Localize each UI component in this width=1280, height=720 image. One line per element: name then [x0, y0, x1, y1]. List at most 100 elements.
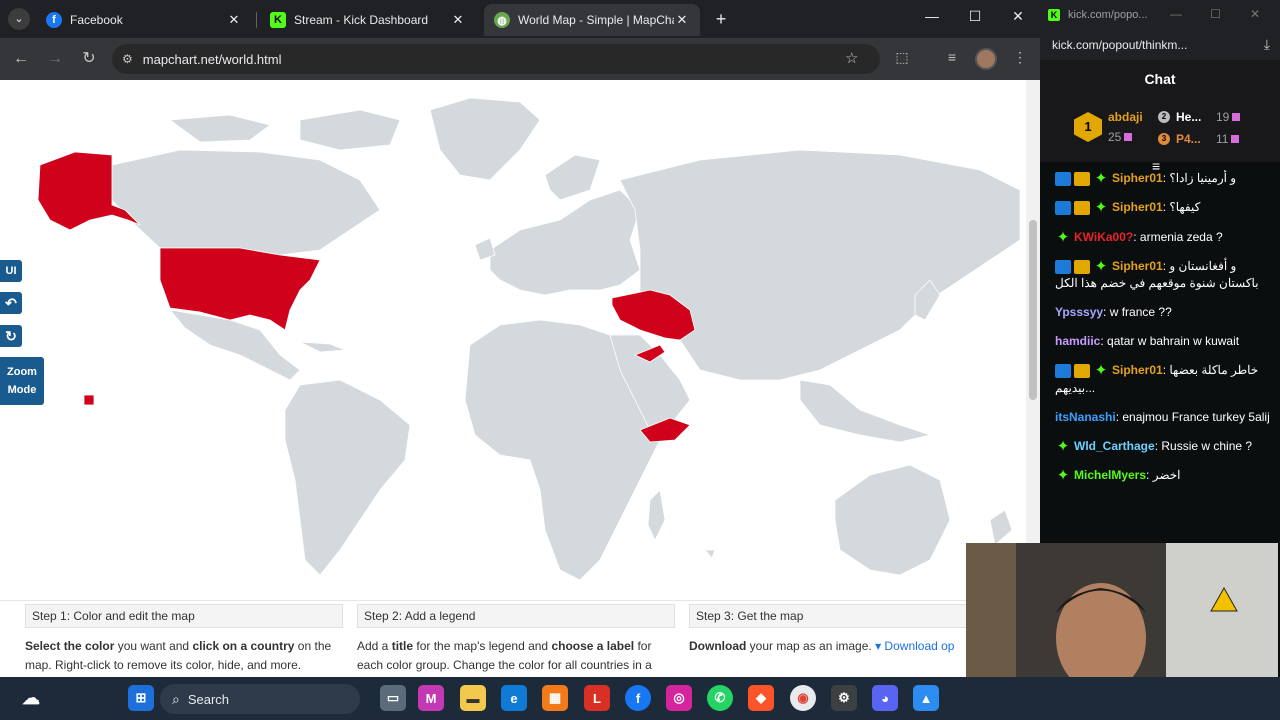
maximize-icon[interactable]: ☐: [1210, 7, 1221, 21]
photos-icon[interactable]: ▲: [913, 685, 939, 711]
minimize-icon[interactable]: —: [917, 8, 947, 24]
badges: ✦: [1055, 200, 1112, 217]
new-tab-icon[interactable]: +: [710, 8, 732, 30]
download-options-link[interactable]: ▾ Download op: [875, 639, 954, 653]
chat-message: itsNanashi: enajmou France turkey 5alij: [1055, 409, 1270, 426]
leaderboard-second-name[interactable]: He...: [1176, 110, 1201, 124]
step-1-header[interactable]: Step 1: Color and edit the map: [25, 604, 343, 628]
scroll-thumb[interactable]: [1029, 220, 1037, 400]
sub-badge-icon: ✦: [1094, 258, 1108, 276]
chrome-icon[interactable]: ◉: [790, 685, 816, 711]
badges: ✦: [1055, 467, 1074, 484]
step-2-header[interactable]: Step 2: Add a legend: [357, 604, 675, 628]
tab-title: Stream - Kick Dashboard: [294, 13, 429, 27]
maximize-icon[interactable]: ☐: [960, 8, 990, 25]
chat-text: : qatar w bahrain w kuwait: [1100, 334, 1240, 349]
close-tab-icon[interactable]: ✕: [226, 12, 242, 28]
tab-kick-dashboard[interactable]: K Stream - Kick Dashboard ✕: [260, 4, 476, 36]
chat-username[interactable]: Sipher01: [1112, 363, 1163, 377]
sub-badge-icon: ✦: [1056, 437, 1070, 455]
crown-badge-icon: [1074, 260, 1090, 275]
sub-badge-icon: ✦: [1094, 362, 1108, 380]
close-window-icon[interactable]: ✕: [1250, 7, 1260, 21]
start-icon[interactable]: ⊞: [128, 685, 154, 711]
site-info-icon[interactable]: ⚙: [122, 52, 133, 66]
leaderboard-first-value: 25: [1108, 130, 1133, 144]
instagram-icon[interactable]: ◎: [666, 685, 692, 711]
close-tab-icon[interactable]: ✕: [674, 12, 690, 28]
step-2: Step 2: Add a legend Add a title for the…: [357, 601, 677, 677]
weather-icon[interactable]: ☁: [18, 685, 44, 711]
chat-username[interactable]: KWiKa00?: [1074, 230, 1133, 244]
download-icon[interactable]: ⤓: [1264, 36, 1270, 53]
sub-icon: [1232, 113, 1241, 121]
close-tab-icon[interactable]: ✕: [450, 12, 466, 28]
tab-mapchart[interactable]: ◍ World Map - Simple | MapChart ✕: [484, 4, 700, 36]
tab-search-chevron-icon[interactable]: ⌄: [8, 8, 30, 30]
reload-icon[interactable]: ↻: [78, 48, 100, 70]
kick-icon: K: [270, 12, 286, 28]
og-badge-icon: [1055, 172, 1071, 187]
leaderboard-third-name[interactable]: P4...: [1176, 132, 1201, 146]
minimize-icon[interactable]: —: [1170, 7, 1182, 21]
windows-taskbar: ☁ ⊞ ⌕ Search ▭ M ▬ e ▦ L f ◎ ✆ ◆ ◉ ⚙ ◕ ▲: [0, 677, 1280, 720]
arctic-islands: [299, 109, 401, 151]
chat-url: kick.com/popout/thinkm...: [1052, 38, 1188, 52]
tab-strip: ⌄ f Facebook ✕ K Stream - Kick Dashboard…: [0, 0, 1040, 38]
tab-facebook[interactable]: f Facebook ✕: [36, 4, 252, 36]
leaderboard-first-name[interactable]: abdaji: [1108, 110, 1143, 124]
tab-separator: [256, 12, 257, 28]
m365-icon[interactable]: M: [418, 685, 444, 711]
media-control-icon[interactable]: ≡: [942, 49, 962, 65]
chat-username[interactable]: Ypsssyy: [1055, 305, 1103, 319]
rank-3-badge: 3: [1158, 133, 1170, 145]
chat-text: : enajmou France turkey 5alij: [1115, 409, 1270, 424]
edge-icon[interactable]: e: [501, 685, 527, 711]
zoom-mode-button[interactable]: Zoom Mode: [0, 357, 44, 405]
chat-username[interactable]: Sipher01: [1112, 171, 1163, 185]
taskbar-search[interactable]: ⌕ Search: [160, 684, 360, 714]
chat-username[interactable]: itsNanashi: [1055, 410, 1116, 424]
brave-icon[interactable]: ◆: [748, 685, 774, 711]
office-icon[interactable]: L: [584, 685, 610, 711]
browser-toolbar: ← → ↻ ⚙ mapchart.net/world.html ☆ ⬚ ≡ ⋮: [0, 38, 1040, 80]
chat-username[interactable]: hamdiic: [1055, 334, 1100, 348]
back-icon[interactable]: ←: [10, 48, 32, 70]
search-icon: ⌕: [172, 690, 180, 707]
whatsapp-icon[interactable]: ✆: [707, 685, 733, 711]
world-map[interactable]: [0, 80, 1026, 600]
chat-url-bar[interactable]: kick.com/popout/thinkm... ⤓: [1040, 30, 1280, 60]
kick-icon: K: [1048, 9, 1060, 21]
chat-text: : armenia zeda ?: [1133, 229, 1223, 244]
settings-icon[interactable]: ⚙: [831, 685, 857, 711]
chat-message: hamdiic: qatar w bahrain w kuwait: [1055, 333, 1270, 350]
profile-avatar[interactable]: [975, 48, 997, 70]
chat-username[interactable]: Wld_Carthage: [1074, 439, 1155, 453]
chat-username[interactable]: Sipher01: [1112, 259, 1163, 273]
chat-username[interactable]: MichelMyers: [1074, 468, 1146, 482]
facebook-app-icon[interactable]: f: [625, 685, 651, 711]
crown-badge-icon: [1074, 201, 1090, 216]
reset-icon[interactable]: ↻: [0, 325, 22, 347]
task-view-icon[interactable]: ▭: [380, 685, 406, 711]
gift-leaderboard: 1 abdaji 25 2 He... 19 3 P4... 11 ≡: [1040, 98, 1280, 174]
discord-icon[interactable]: ◕: [872, 685, 898, 711]
asia: [619, 149, 1021, 381]
og-badge-icon: [1055, 364, 1071, 379]
bookmark-star-icon[interactable]: ☆: [845, 49, 858, 67]
close-window-icon[interactable]: ✕: [1003, 8, 1033, 25]
extensions-icon[interactable]: ⬚: [892, 49, 912, 66]
undo-icon[interactable]: ↶: [0, 292, 22, 314]
chat-text: : و أرمينيا زادا؟: [1162, 171, 1237, 185]
store-icon[interactable]: ▦: [542, 685, 568, 711]
address-bar[interactable]: ⚙ mapchart.net/world.html: [112, 44, 880, 74]
ui-button[interactable]: UI: [0, 260, 22, 282]
og-badge-icon: [1055, 201, 1071, 216]
chat-username[interactable]: Sipher01: [1112, 200, 1163, 214]
menu-dots-icon[interactable]: ⋮: [1010, 49, 1030, 66]
sub-icon: [1124, 133, 1133, 141]
forward-icon[interactable]: →: [44, 48, 66, 70]
file-explorer-icon[interactable]: ▬: [460, 685, 486, 711]
steps-panel: Step 1: Color and edit the map Select th…: [0, 600, 1026, 677]
step-3-header[interactable]: Step 3: Get the map: [689, 604, 1007, 628]
